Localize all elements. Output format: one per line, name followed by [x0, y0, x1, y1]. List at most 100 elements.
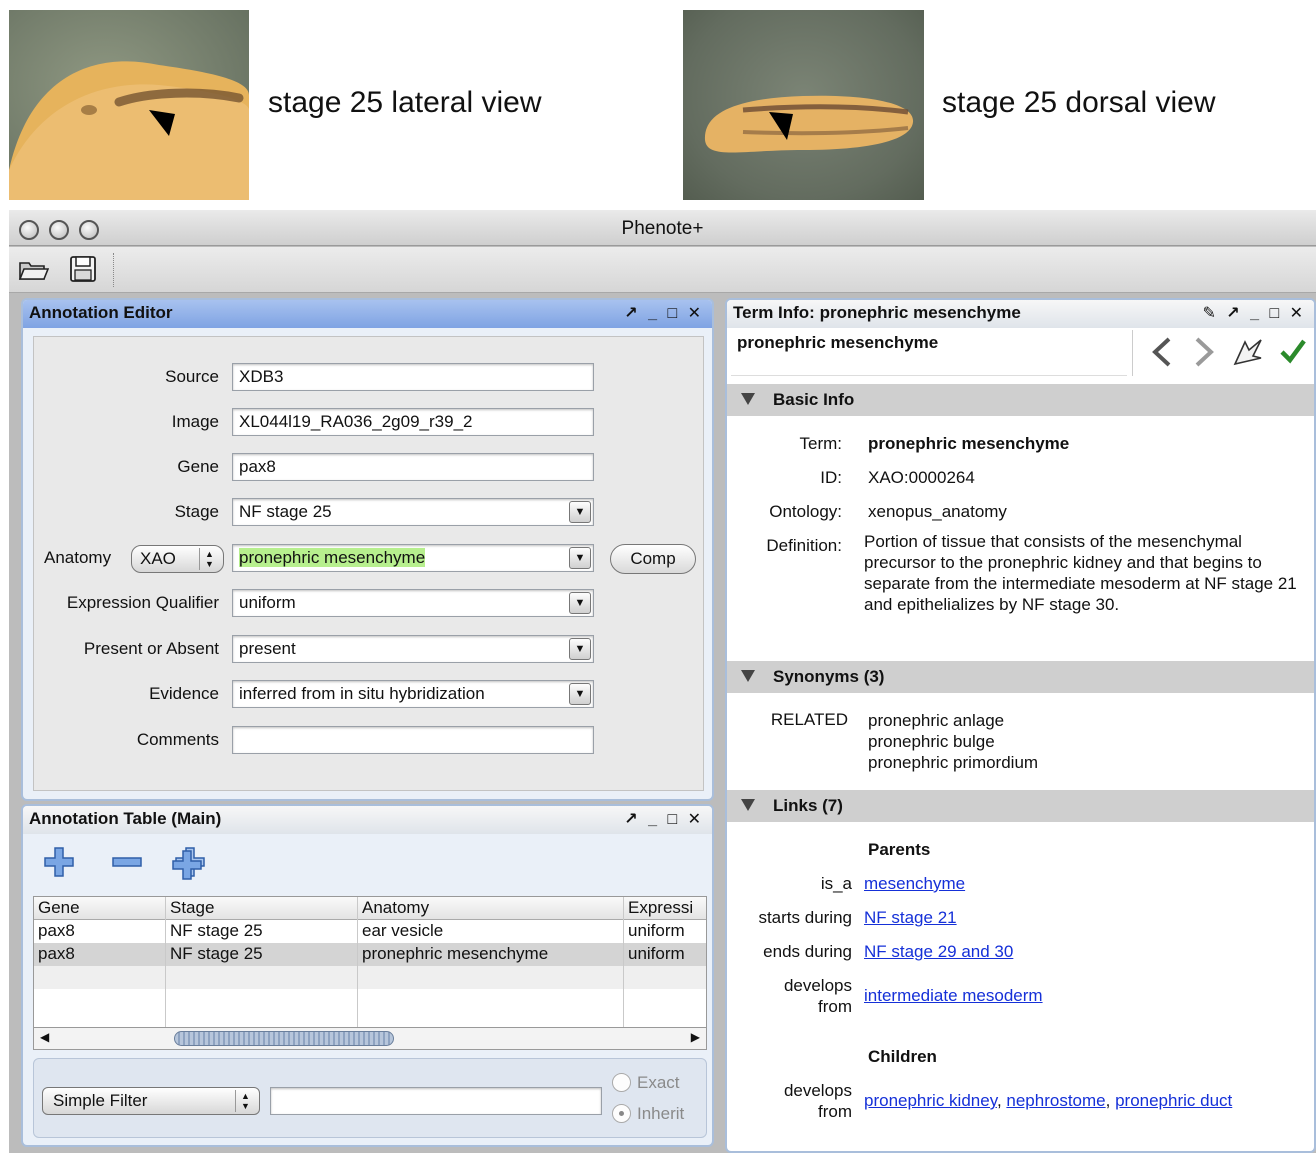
- open-folder-icon[interactable]: [17, 255, 50, 283]
- anatomy-value: pronephric mesenchyme: [239, 548, 426, 567]
- scroll-right-icon[interactable]: ▶: [691, 1030, 700, 1044]
- cell-anatomy: pronephric mesenchyme: [358, 943, 624, 966]
- lateral-view-caption: stage 25 lateral view: [268, 86, 542, 119]
- image-field[interactable]: XL044l19_RA036_2g09_r39_2: [232, 408, 594, 436]
- evidence-combo[interactable]: inferred from in situ hybridization ▼: [232, 680, 594, 708]
- empty-cell: [34, 989, 166, 1027]
- toolbar: [9, 247, 1316, 293]
- annotation-table-title: Annotation Table (Main): [29, 809, 222, 828]
- empty-cell: [34, 966, 166, 989]
- links-section-header[interactable]: Links (7): [727, 790, 1314, 822]
- table-empty-row: [34, 966, 706, 989]
- add-row-plus-icon[interactable]: [43, 846, 75, 883]
- forward-chevron-icon[interactable]: [1189, 336, 1219, 373]
- table-row[interactable]: pax8 NF stage 25 pronephric mesenchyme u…: [34, 943, 706, 966]
- chevron-down-icon[interactable]: ▼: [569, 501, 591, 523]
- table-window-controls[interactable]: ↗ _ □ ✕: [624, 809, 704, 829]
- term-info-title: Term Info: pronephric mesenchyme: [733, 303, 1021, 322]
- expand-triangle-icon[interactable]: [741, 670, 755, 682]
- editor-window-controls[interactable]: ↗ _ □ ✕: [624, 303, 704, 323]
- cell-stage: NF stage 25: [166, 943, 358, 966]
- expand-triangle-icon[interactable]: [741, 799, 755, 811]
- expand-triangle-icon[interactable]: [741, 393, 755, 405]
- present-combo[interactable]: present ▼: [232, 635, 594, 663]
- comp-button[interactable]: Comp: [610, 544, 696, 574]
- scroll-thumb[interactable]: [174, 1031, 394, 1046]
- radio-circle-icon: [612, 1073, 631, 1092]
- empty-cell: [166, 966, 358, 989]
- stage-combo[interactable]: NF stage 25 ▼: [232, 498, 594, 526]
- filter-input[interactable]: [270, 1087, 602, 1115]
- horizontal-scrollbar[interactable]: ◀ ▶: [33, 1028, 707, 1050]
- inherit-radio[interactable]: Inherit: [612, 1104, 708, 1128]
- source-field[interactable]: XDB3: [232, 363, 594, 391]
- child-link[interactable]: pronephric kidney: [864, 1091, 997, 1110]
- qualifier-combo[interactable]: uniform ▼: [232, 589, 594, 617]
- toolbar-separator: [113, 253, 114, 287]
- synonyms-section-header[interactable]: Synonyms (3): [727, 661, 1314, 693]
- qualifier-value: uniform: [239, 593, 296, 612]
- definition-value: Portion of tissue that consists of the m…: [864, 532, 1297, 614]
- chevron-down-icon[interactable]: ▼: [569, 638, 591, 660]
- ontology-key: Ontology:: [769, 502, 842, 521]
- child-link[interactable]: nephrostome: [1006, 1091, 1105, 1110]
- starts-during-link[interactable]: NF stage 21: [864, 908, 957, 928]
- dorsal-view-caption: stage 25 dorsal view: [942, 86, 1216, 119]
- back-chevron-icon[interactable]: [1147, 336, 1177, 373]
- stepper-arrows-icon[interactable]: ▲ ▼: [199, 548, 219, 570]
- chevron-down-icon[interactable]: ▼: [569, 683, 591, 705]
- present-value: present: [239, 639, 296, 658]
- column-header-gene[interactable]: Gene: [34, 897, 166, 920]
- child-develops-from-key: develops: [783, 1081, 852, 1100]
- develops-from-link[interactable]: intermediate mesoderm: [864, 986, 1043, 1006]
- table-row[interactable]: pax8 NF stage 25 ear vesicle uniform: [34, 920, 706, 943]
- chevron-down-icon[interactable]: ▼: [569, 547, 591, 569]
- ontology-stepper[interactable]: XAO ▲ ▼: [131, 545, 224, 573]
- save-disk-icon[interactable]: [69, 255, 99, 283]
- cell-anatomy: ear vesicle: [358, 920, 624, 943]
- stepper-arrows-icon[interactable]: ▲ ▼: [235, 1090, 255, 1112]
- source-row: Source XDB3: [34, 363, 703, 393]
- delete-row-minus-icon[interactable]: [111, 846, 143, 883]
- cell-gene: pax8: [34, 920, 166, 943]
- embryo-dorsal-photo: [683, 10, 924, 200]
- gene-field[interactable]: pax8: [232, 453, 594, 481]
- filter-type-select[interactable]: Simple Filter ▲ ▼: [42, 1087, 260, 1115]
- is-a-key: is_a: [820, 874, 852, 893]
- starts-during-key: starts during: [758, 908, 852, 927]
- table-empty-row: [34, 989, 706, 1027]
- basic-info-section-header[interactable]: Basic Info: [727, 384, 1314, 416]
- child-separator: ,: [996, 1091, 1007, 1110]
- develops-from-key: develops: [783, 976, 852, 995]
- annotation-editor-title: Annotation Editor: [29, 303, 173, 322]
- column-header-anatomy[interactable]: Anatomy: [358, 897, 624, 920]
- term-info-panel: Term Info: pronephric mesenchyme ✎ ↗ _ □…: [725, 298, 1316, 1153]
- is-a-link[interactable]: mesenchyme: [864, 874, 965, 894]
- term-key: Term:: [799, 434, 843, 453]
- evidence-value: inferred from in situ hybridization: [239, 684, 485, 703]
- terminfo-window-controls[interactable]: ✎ ↗ _ □ ✕: [1202, 303, 1306, 323]
- image-label: Image: [171, 412, 219, 431]
- stage-row: Stage NF stage 25 ▼: [34, 498, 703, 528]
- annotation-editor-form: Source XDB3 Image XL044l19_RA036_2g09_r3…: [33, 336, 704, 791]
- chevron-down-icon[interactable]: ▼: [569, 592, 591, 614]
- accept-checkmark-icon[interactable]: [1279, 336, 1307, 371]
- anatomy-row: Anatomy XAO ▲ ▼ pronephric mesenchyme ▼ C…: [34, 544, 703, 574]
- term-search-field[interactable]: pronephric mesenchyme: [731, 330, 1127, 376]
- synonym-item: pronephric anlage: [868, 711, 1005, 730]
- ends-during-link[interactable]: NF stage 29 and 30: [864, 942, 1013, 962]
- comments-field[interactable]: [232, 726, 594, 754]
- gene-label: Gene: [177, 457, 219, 476]
- anatomy-combo[interactable]: pronephric mesenchyme ▼: [232, 544, 594, 572]
- child-link[interactable]: pronephric duct: [1115, 1091, 1232, 1110]
- exact-radio[interactable]: Exact: [612, 1073, 708, 1097]
- column-header-expression[interactable]: Expressi: [624, 897, 706, 920]
- column-header-stage[interactable]: Stage: [166, 897, 358, 920]
- scroll-left-icon[interactable]: ◀: [40, 1030, 49, 1044]
- empty-cell: [358, 989, 624, 1027]
- links-title: Links (7): [773, 796, 843, 815]
- child-develops-from-key-2: from: [818, 1102, 852, 1121]
- qualifier-label: Expression Qualifier: [66, 593, 219, 612]
- use-term-arrow-icon[interactable]: [1231, 336, 1265, 373]
- copy-row-plus-icon[interactable]: [171, 846, 207, 885]
